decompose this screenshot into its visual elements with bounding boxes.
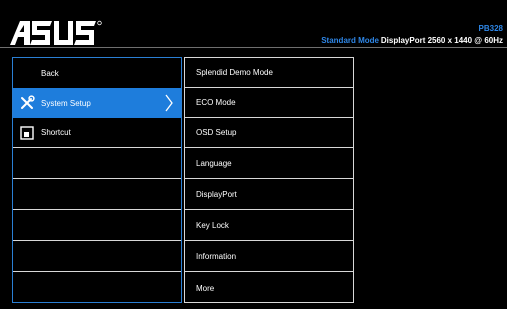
menu-item-empty — [13, 242, 181, 272]
menu-item-back[interactable]: Back — [13, 58, 181, 88]
asus-logo — [10, 20, 102, 45]
submenu-item-language[interactable]: Language — [185, 149, 353, 179]
menu-item-empty — [13, 180, 181, 210]
menu-item-empty — [13, 273, 181, 303]
submenu-item-eco-mode[interactable]: ECO Mode — [185, 88, 353, 118]
submenu-item-splendid-demo-mode[interactable]: Splendid Demo Mode — [185, 58, 353, 88]
model-name: PB328 — [478, 24, 503, 33]
menu-item-shortcut[interactable]: Shortcut — [13, 118, 181, 148]
submenu-item-key-lock[interactable]: Key Lock — [185, 211, 353, 241]
main-menu: Back System Setup Shortcut — [12, 57, 182, 303]
mode-label: Standard Mode — [321, 36, 379, 45]
chevron-right-icon — [161, 88, 177, 118]
menu-item-empty — [13, 211, 181, 241]
shortcut-icon — [13, 118, 41, 148]
submenu-item-more[interactable]: More — [185, 273, 353, 303]
submenu-item-displayport[interactable]: DisplayPort — [185, 180, 353, 210]
menu-item-label: Back — [41, 68, 59, 78]
menu-item-label: System Setup — [41, 98, 91, 108]
submenu-item-osd-setup[interactable]: OSD Setup — [185, 118, 353, 148]
wrench-screwdriver-icon — [13, 88, 41, 118]
system-setup-submenu: Splendid Demo Mode ECO Mode OSD Setup La… — [184, 57, 354, 303]
menu-item-system-setup[interactable]: System Setup — [13, 88, 181, 118]
osd-header: PB328 Standard Mode DisplayPort 2560 x 1… — [0, 0, 507, 52]
menu-item-empty — [13, 149, 181, 179]
submenu-item-information[interactable]: Information — [185, 242, 353, 272]
input-resolution-label: DisplayPort 2560 x 1440 @ 60Hz — [380, 36, 503, 45]
menu-item-label: Shortcut — [41, 128, 71, 137]
header-divider — [0, 47, 507, 48]
